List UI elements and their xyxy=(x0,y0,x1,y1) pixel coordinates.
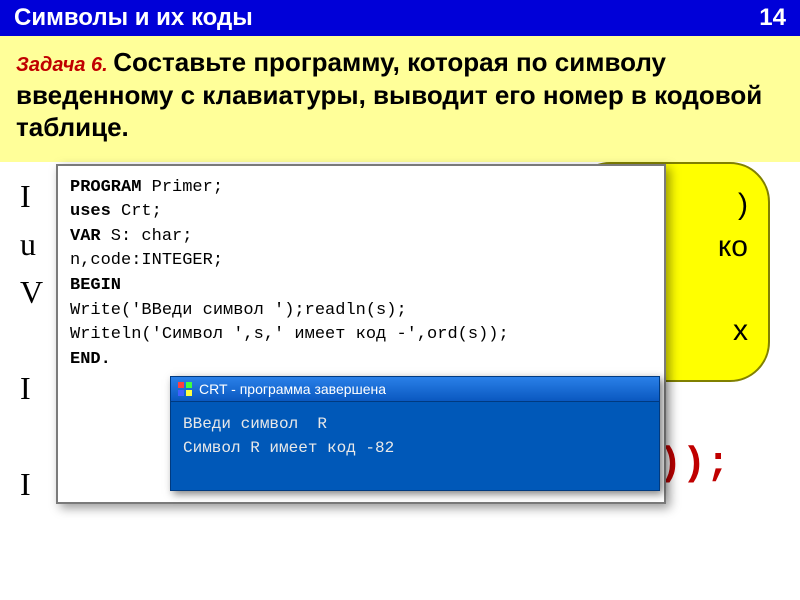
keyword: PROGRAM xyxy=(70,178,141,197)
code-text: S: char; xyxy=(101,227,193,246)
page-number: 14 xyxy=(759,4,786,32)
task-box: Задача 6. Составьте программу, которая п… xyxy=(0,36,800,162)
code-line: n,code:INTEGER; xyxy=(70,249,652,274)
code-line: VAR S: char; xyxy=(70,225,652,250)
background-paren: )); xyxy=(658,442,730,487)
console-line: ВВеди символ R xyxy=(183,415,327,433)
task-text: Составьте программу, которая по символу … xyxy=(16,47,762,142)
keyword: END. xyxy=(70,350,111,369)
console-titlebar: CRT - программа завершена xyxy=(171,377,659,401)
task-label: Задача 6. xyxy=(16,54,113,76)
header-title: Символы и их коды xyxy=(14,4,253,32)
content-area: I u V I I ) ко х )); PROGRAM Primer; use… xyxy=(0,162,800,592)
console-window: CRT - программа завершена ВВеди символ R… xyxy=(170,376,660,491)
slide-header: Символы и их коды 14 xyxy=(0,0,800,36)
keyword: uses xyxy=(70,202,111,221)
code-line: uses Crt; xyxy=(70,200,652,225)
keyword: VAR xyxy=(70,227,101,246)
code-line: Write('ВВеди символ ');readln(s); xyxy=(70,299,652,324)
code-text: Primer; xyxy=(141,178,223,197)
code-line: BEGIN xyxy=(70,274,652,299)
keyword: BEGIN xyxy=(70,276,121,295)
code-line: Writeln('Символ ',s,' имеет код -',ord(s… xyxy=(70,323,652,348)
code-line: PROGRAM Primer; xyxy=(70,176,652,201)
code-line: END. xyxy=(70,348,652,373)
console-output: ВВеди символ R Символ R имеет код -82 xyxy=(171,401,659,490)
console-line: Символ R имеет код -82 xyxy=(183,439,394,457)
console-title-text: CRT - программа завершена xyxy=(199,381,386,397)
app-icon xyxy=(177,381,193,397)
code-text: Crt; xyxy=(111,202,162,221)
background-letters: I u V I I xyxy=(20,172,43,508)
